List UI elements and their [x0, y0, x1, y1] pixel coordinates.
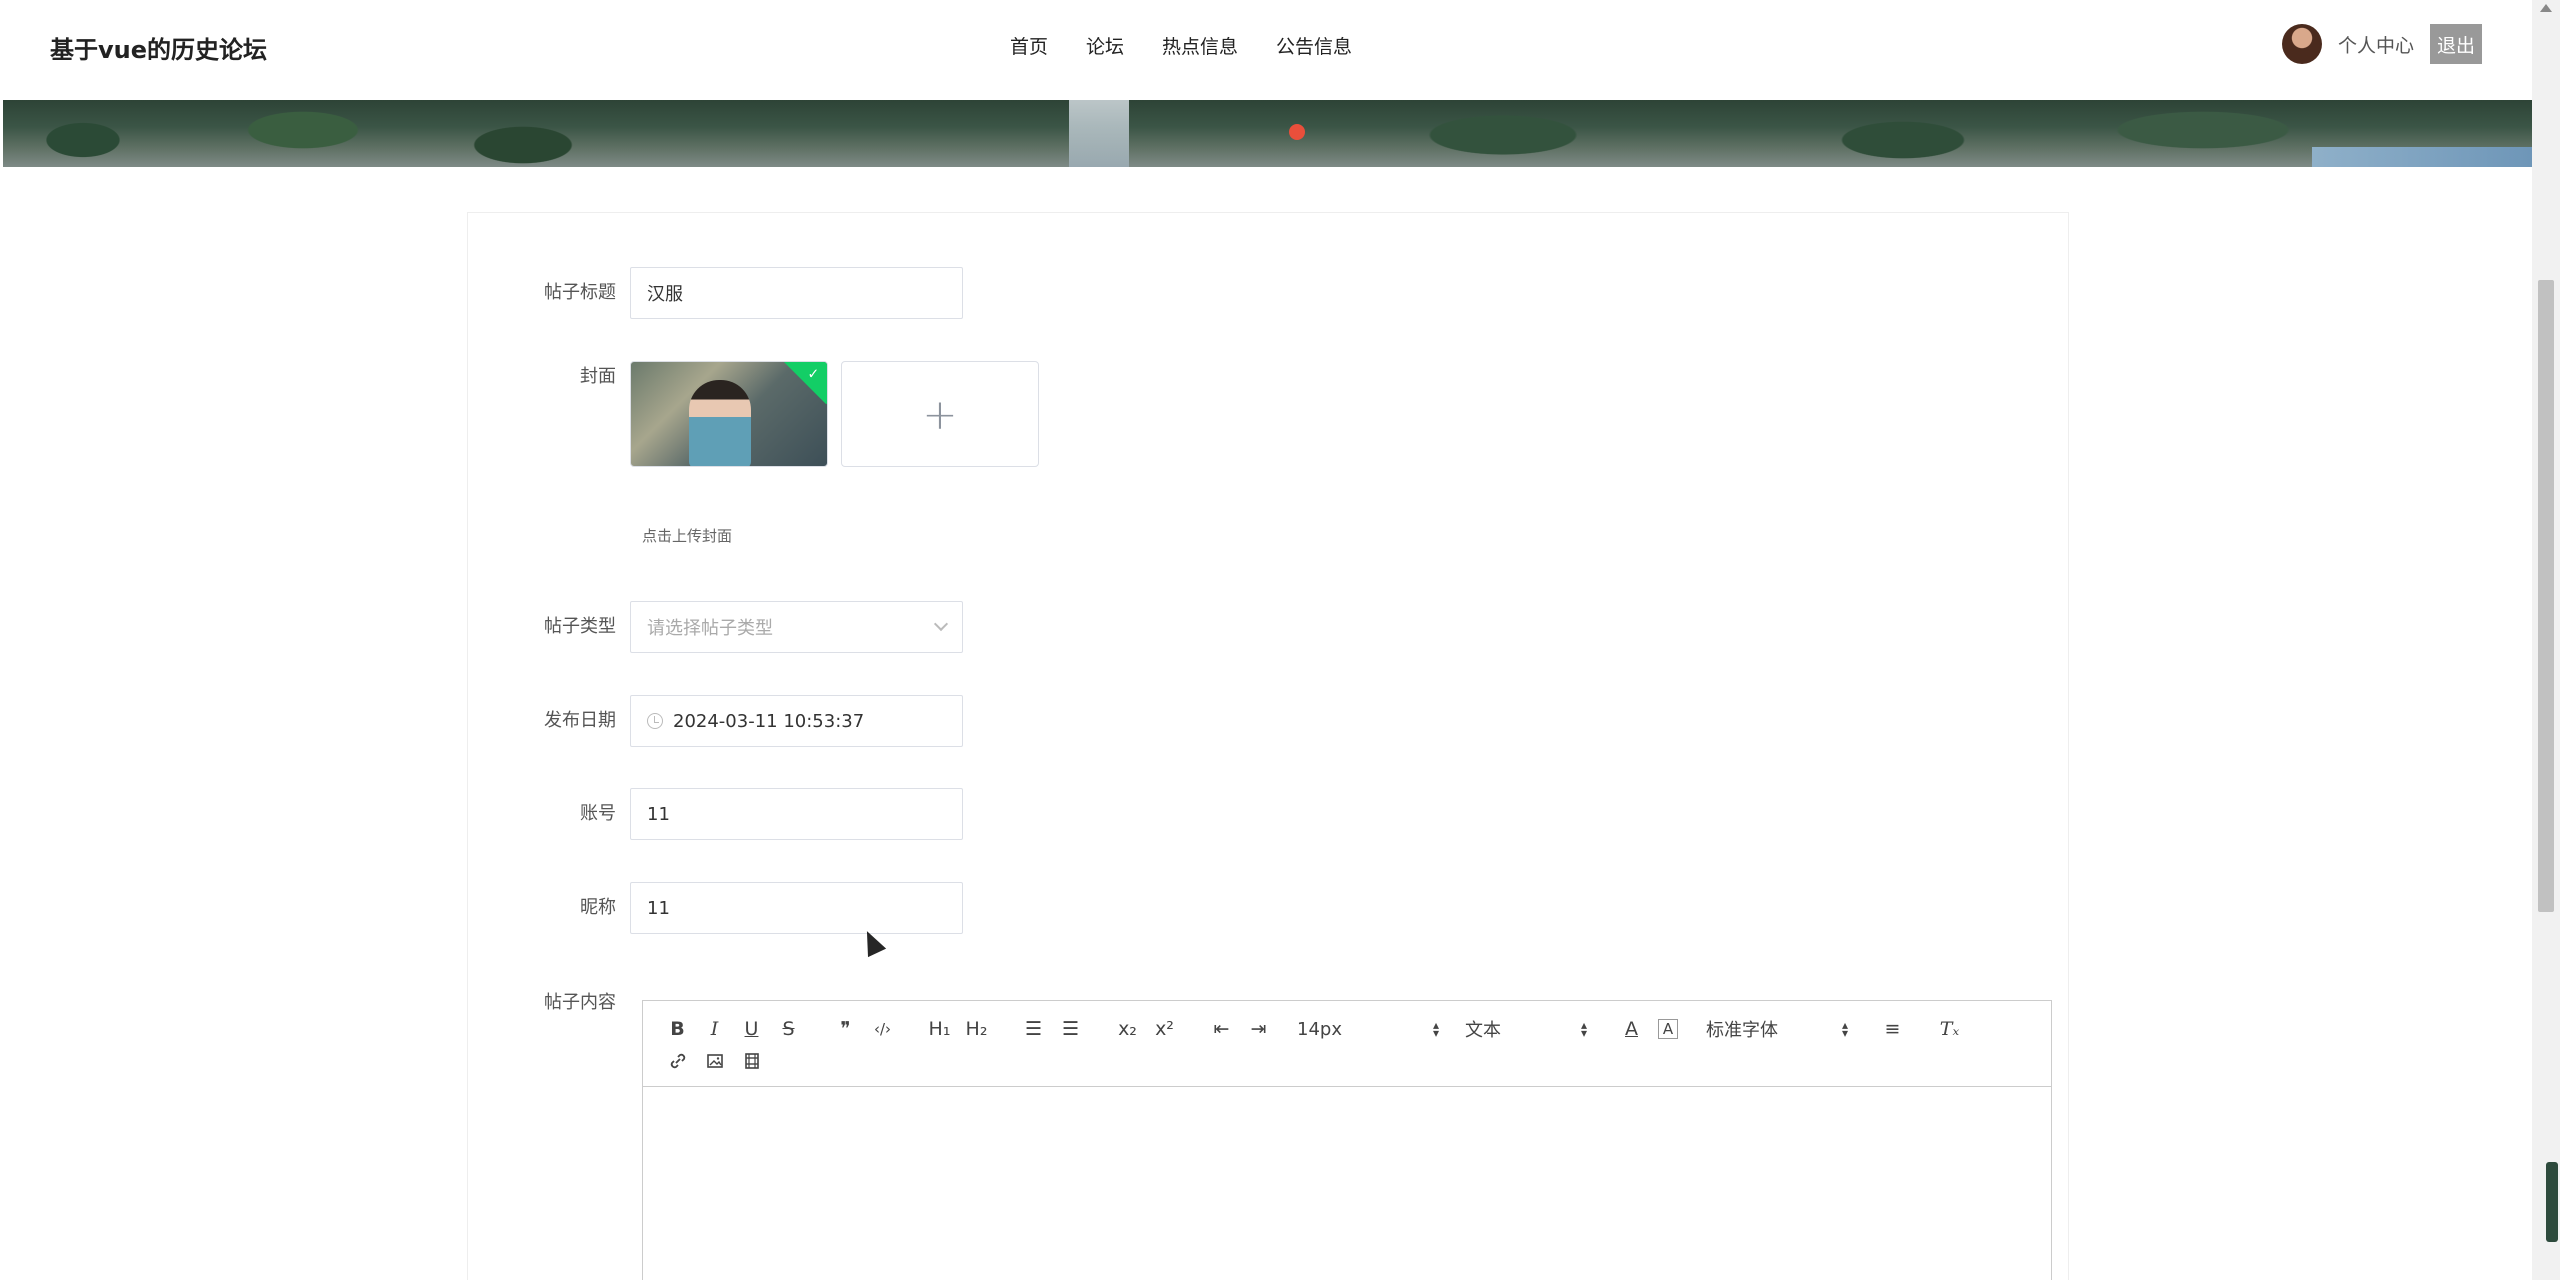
nav-hot-info[interactable]: 热点信息 — [1162, 32, 1238, 59]
date-label: 发布日期 — [544, 710, 616, 731]
rich-text-editor: B I U S ❞ ‹/› H₁ H₂ ☰ ☰ x₂ x² ⇤ ⇥ 14px ▴… — [642, 1000, 2052, 1280]
strike-button[interactable]: S — [770, 1013, 807, 1045]
subscript-button[interactable]: x₂ — [1109, 1013, 1146, 1045]
cover-figure — [689, 380, 751, 466]
font-size-value: 14px — [1297, 1018, 1342, 1040]
bullet-list-button[interactable]: ☰ — [1052, 1013, 1089, 1045]
carousel-indicator[interactable] — [1289, 124, 1305, 140]
account-input[interactable]: 11 — [630, 788, 963, 840]
bold-button[interactable]: B — [659, 1013, 696, 1045]
font-family-select[interactable]: 标准字体 ▴ ▾ — [1706, 1013, 1854, 1045]
cover-hint: 点击上传封面 — [642, 527, 733, 545]
ordered-list-button[interactable]: ☰ — [1015, 1013, 1052, 1045]
user-center-link[interactable]: 个人中心 — [2338, 31, 2414, 58]
banner-fountain — [1069, 100, 1129, 167]
banner-image — [3, 100, 2532, 167]
background-color-button[interactable]: A — [1658, 1019, 1678, 1039]
code-block-button[interactable]: ‹/› — [864, 1013, 901, 1045]
content-row: 帖子内容 — [468, 987, 630, 1019]
date-row: 发布日期 2024-03-11 10:53:37 — [468, 695, 963, 747]
content-label: 帖子内容 — [544, 992, 616, 1013]
font-color-button[interactable]: A — [1613, 1013, 1650, 1045]
nickname-input[interactable]: 11 — [630, 882, 963, 934]
outdent-button[interactable]: ⇤ — [1203, 1013, 1240, 1045]
title-label: 帖子标题 — [544, 282, 616, 303]
underline-button[interactable]: U — [733, 1013, 770, 1045]
banner-carousel — [3, 100, 2532, 167]
align-button[interactable]: ≡ — [1874, 1013, 1911, 1045]
nickname-row: 昵称 11 — [468, 882, 963, 934]
title-row: 帖子标题 汉服 — [468, 267, 963, 319]
italic-button[interactable]: I — [696, 1013, 733, 1045]
check-icon: ✓ — [807, 366, 820, 383]
clock-icon — [647, 713, 663, 729]
site-title: 基于vue的历史论坛 — [50, 36, 268, 64]
header-value: 文本 — [1465, 1020, 1501, 1041]
page-scrollbar[interactable] — [2532, 0, 2560, 1280]
toolbar-row-1: B I U S ❞ ‹/› H₁ H₂ ☰ ☰ x₂ x² ⇤ ⇥ 14px ▴… — [659, 1013, 2035, 1045]
video-icon[interactable] — [733, 1045, 770, 1077]
main-nav: 首页 论坛 热点信息 公告信息 — [1010, 32, 1352, 59]
nav-home[interactable]: 首页 — [1010, 32, 1048, 59]
type-select[interactable]: 请选择帖子类型 — [630, 601, 963, 653]
cover-row: 封面 ✓ + — [468, 361, 1039, 467]
clean-format-button[interactable]: Tₓ — [1931, 1013, 1968, 1045]
h1-button[interactable]: H₁ — [921, 1013, 958, 1045]
date-picker[interactable]: 2024-03-11 10:53:37 — [630, 695, 963, 747]
updown-icon: ▴ ▾ — [1580, 1018, 1587, 1040]
image-icon[interactable] — [696, 1045, 733, 1077]
nav-announcements[interactable]: 公告信息 — [1276, 32, 1352, 59]
type-placeholder: 请选择帖子类型 — [647, 618, 773, 639]
side-widget[interactable] — [2546, 1162, 2558, 1242]
nav-forum[interactable]: 论坛 — [1086, 32, 1124, 59]
post-form-panel: 帖子标题 汉服 封面 ✓ + 点击上传封面 帖子类型 请选择帖子类型 发布日期 … — [467, 212, 2069, 1280]
type-label: 帖子类型 — [544, 616, 616, 637]
updown-icon: ▴ ▾ — [1841, 1018, 1848, 1040]
date-value: 2024-03-11 10:53:37 — [673, 710, 865, 732]
link-icon[interactable] — [659, 1045, 696, 1077]
top-header: 基于vue的历史论坛 首页 论坛 热点信息 公告信息 个人中心 退出 — [0, 0, 2532, 100]
title-input[interactable]: 汉服 — [630, 267, 963, 319]
cover-label: 封面 — [580, 366, 616, 387]
updown-icon: ▴ ▾ — [1432, 1018, 1439, 1040]
editor-toolbar: B I U S ❞ ‹/› H₁ H₂ ☰ ☰ x₂ x² ⇤ ⇥ 14px ▴… — [643, 1001, 2051, 1087]
scroll-thumb[interactable] — [2538, 280, 2554, 912]
scroll-up-arrow-icon[interactable] — [2540, 4, 2552, 12]
banner-water — [2312, 147, 2532, 167]
font-family-value: 标准字体 — [1706, 1020, 1778, 1041]
cover-image[interactable]: ✓ — [630, 361, 828, 467]
superscript-button[interactable]: x² — [1146, 1013, 1183, 1045]
upload-success-badge: ✓ — [783, 362, 827, 405]
indent-button[interactable]: ⇥ — [1240, 1013, 1277, 1045]
toolbar-row-2 — [659, 1045, 2035, 1077]
avatar[interactable] — [2281, 24, 2322, 64]
type-row: 帖子类型 请选择帖子类型 — [468, 601, 963, 653]
header-select[interactable]: 文本 ▴ ▾ — [1465, 1013, 1593, 1045]
chevron-down-icon — [933, 616, 949, 632]
account-label: 账号 — [580, 803, 616, 824]
cover-upload-button[interactable]: + — [841, 361, 1039, 467]
h2-button[interactable]: H₂ — [958, 1013, 995, 1045]
logout-button[interactable]: 退出 — [2430, 24, 2482, 64]
editor-content-area[interactable] — [643, 1087, 2051, 1280]
font-size-select[interactable]: 14px ▴ ▾ — [1297, 1013, 1445, 1045]
blockquote-button[interactable]: ❞ — [827, 1013, 864, 1045]
nickname-label: 昵称 — [580, 897, 616, 918]
account-row: 账号 11 — [468, 788, 963, 840]
user-area: 个人中心 退出 — [2281, 24, 2482, 64]
